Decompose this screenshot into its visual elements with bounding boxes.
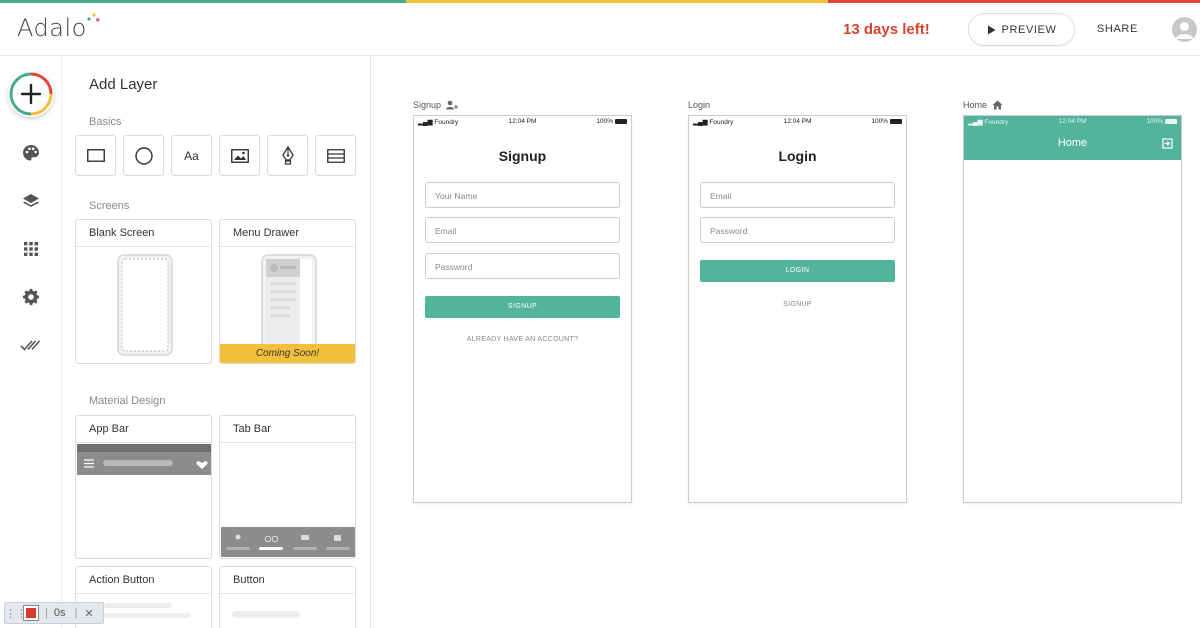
text-icon: Aa [184,148,199,163]
signup-screen-label[interactable]: Signup [413,100,459,110]
tab-bar-thumbnail [221,527,355,557]
pen-icon [281,145,294,165]
adalo-logo[interactable]: Adalo [17,14,87,42]
top-bar: Adalo 13 days left! PREVIEW SHARE [0,3,1200,56]
card-title: Button [220,567,355,594]
palette-icon[interactable] [19,141,43,165]
list-tool-button[interactable] [315,135,356,176]
battery: 100% [871,118,902,125]
menu-drawer-card[interactable]: Menu Drawer Coming Soon! [219,219,356,364]
card-title: App Bar [76,416,211,443]
gear-icon[interactable] [19,285,43,309]
battery: 100% [596,118,627,125]
signup-link[interactable]: SIGNUP [689,301,906,308]
card-title: Blank Screen [76,220,211,247]
screen-label-text: Login [688,100,711,110]
home-screen[interactable]: ▂▄▆ Foundry 12:04 PM 100% Home [963,115,1182,503]
add-layer-panel: Add Layer Basics Aa Screens Blank Screen… [62,56,371,628]
trial-days-left: 13 days left! [843,21,930,38]
left-icon-rail [0,56,62,628]
preview-button[interactable]: PREVIEW [968,13,1075,46]
material-section-label: Material Design [89,395,166,407]
signup-screen[interactable]: ▂▄▆ Foundry 12:04 PM 100% Signup Your Na… [413,115,632,503]
status-bar: ▂▄▆ Foundry 12:04 PM 100% [964,116,1181,128]
play-icon [987,25,996,34]
tab-bar-card[interactable]: Tab Bar [219,415,356,559]
basics-section-label: Basics [89,116,122,128]
divider: | [45,607,48,619]
pen-tool-button[interactable] [267,135,308,176]
screens-section-label: Screens [89,200,130,212]
login-screen[interactable]: ▂▄▆ Foundry 12:04 PM 100% Login Email Pa… [688,115,907,503]
share-button[interactable]: SHARE [1097,23,1138,35]
card-title: Action Button [76,567,211,594]
ellipse-tool-button[interactable] [123,135,164,176]
recording-toolbar: ⋮⋮ | 0s | ✕ [4,602,104,624]
your-name-field[interactable]: Your Name [425,182,620,208]
layers-icon[interactable] [19,189,43,213]
password-field[interactable]: Password [700,217,895,243]
grid-icon[interactable] [19,237,43,261]
button-card[interactable]: Button [219,566,356,628]
home-app-bar: ▂▄▆ Foundry 12:04 PM 100% Home [964,116,1181,160]
panel-title: Add Layer [89,76,158,93]
stop-icon [26,608,36,618]
home-title: Home [1057,137,1088,149]
blank-screen-card[interactable]: Blank Screen [75,219,212,364]
card-title: Tab Bar [220,416,355,443]
divider: | [74,607,78,619]
screen-label-text: Signup [413,100,442,110]
close-icon[interactable]: ✕ [84,607,93,620]
already-have-account-link[interactable]: ALREADY HAVE AN ACCOUNT? [414,336,631,343]
home-icon [992,100,1003,110]
status-bar: ▂▄▆ Foundry 12:04 PM 100% [414,116,631,128]
login-title: Login [778,148,817,164]
recording-time: 0s [53,607,66,619]
login-button[interactable]: LOGIN [700,260,895,282]
list-icon [326,148,345,163]
add-user-icon [446,100,459,110]
image-icon [230,148,249,163]
stop-recording-button[interactable] [23,605,39,621]
drag-handle-icon[interactable]: ⋮⋮ [5,607,27,620]
screen-label-text: Home [963,100,988,110]
app-bar-thumbnail [77,444,211,475]
double-check-icon[interactable] [19,333,43,357]
battery: 100% [1146,118,1177,125]
add-icon [9,72,53,116]
screens-canvas[interactable]: Signup ▂▄▆ Foundry 12:04 PM 100% Signup … [372,56,1200,628]
user-avatar-icon[interactable] [1172,17,1197,42]
email-field[interactable]: Email [700,182,895,208]
blank-screen-thumbnail [117,254,173,356]
image-tool-button[interactable] [219,135,260,176]
home-screen-label[interactable]: Home [963,100,1003,110]
password-field[interactable]: Password [425,253,620,279]
add-layer-button[interactable] [8,71,54,117]
login-screen-label[interactable]: Login [688,100,710,110]
coming-soon-badge: Coming Soon! [220,344,355,363]
ellipse-icon [134,146,153,165]
signup-button[interactable]: SIGNUP [425,296,620,318]
text-tool-button[interactable]: Aa [171,135,212,176]
rectangle-tool-button[interactable] [75,135,116,176]
signup-title: Signup [498,148,547,164]
logo-sparkle-icon [87,13,100,22]
email-field[interactable]: Email [425,217,620,243]
logout-icon[interactable] [1162,138,1173,149]
button-thumbnail [232,611,300,618]
rectangle-icon [86,149,105,162]
app-bar-card[interactable]: App Bar [75,415,212,559]
card-title: Menu Drawer [220,220,355,247]
preview-button-label: PREVIEW [1001,23,1057,36]
status-bar: ▂▄▆ Foundry 12:04 PM 100% [689,116,906,128]
